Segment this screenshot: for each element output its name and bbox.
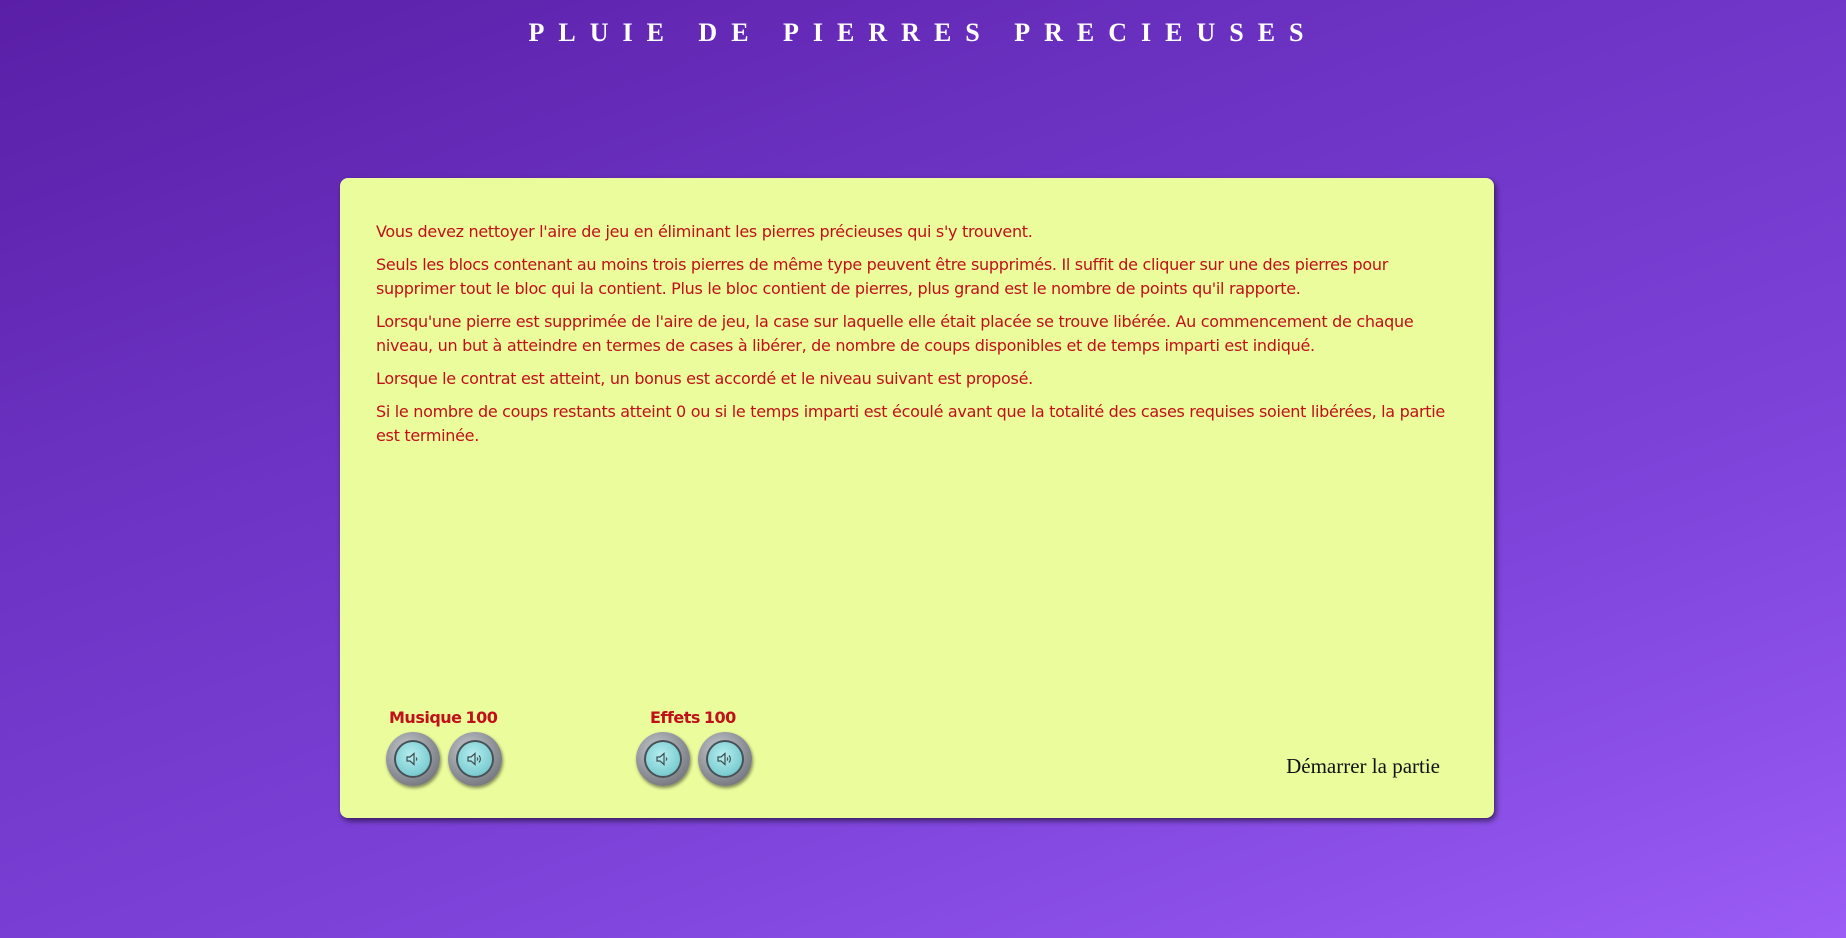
rule-paragraph: Si le nombre de coups restants atteint 0…	[376, 402, 1445, 445]
rules-text: Vous devez nettoyer l'aire de jeu en éli…	[376, 220, 1456, 457]
effects-label-text: Effets	[650, 708, 700, 727]
start-game-button[interactable]: Démarrer la partie	[1286, 754, 1440, 779]
music-volume-label: Musique 100	[386, 706, 502, 730]
music-volume-up-button[interactable]	[448, 732, 502, 786]
effects-volume-up-button[interactable]	[698, 732, 752, 786]
rules-panel: Vous devez nettoyer l'aire de jeu en éli…	[340, 178, 1494, 818]
music-volume-value: 100	[465, 708, 498, 727]
rule-paragraph: Seuls les blocs contenant au moins trois…	[376, 255, 1389, 298]
effects-volume-value: 100	[703, 708, 736, 727]
effects-volume-control: Effets 100	[636, 706, 752, 786]
speaker-low-icon	[406, 752, 418, 766]
game-title: PLUIE DE PIERRES PRECIEUSES	[528, 18, 1318, 47]
speaker-high-icon	[717, 752, 731, 766]
speaker-low-icon	[656, 752, 668, 766]
rule-paragraph: Lorsqu'une pierre est supprimée de l'air…	[376, 312, 1414, 355]
effects-volume-label: Effets 100	[636, 706, 752, 730]
music-volume-down-button[interactable]	[386, 732, 440, 786]
music-label-text: Musique	[389, 708, 462, 727]
music-volume-control: Musique 100	[386, 706, 502, 786]
rule-paragraph: Vous devez nettoyer l'aire de jeu en éli…	[376, 222, 1033, 241]
rule-paragraph: Lorsque le contrat est atteint, un bonus…	[376, 369, 1033, 388]
speaker-high-icon	[467, 752, 481, 766]
effects-volume-down-button[interactable]	[636, 732, 690, 786]
